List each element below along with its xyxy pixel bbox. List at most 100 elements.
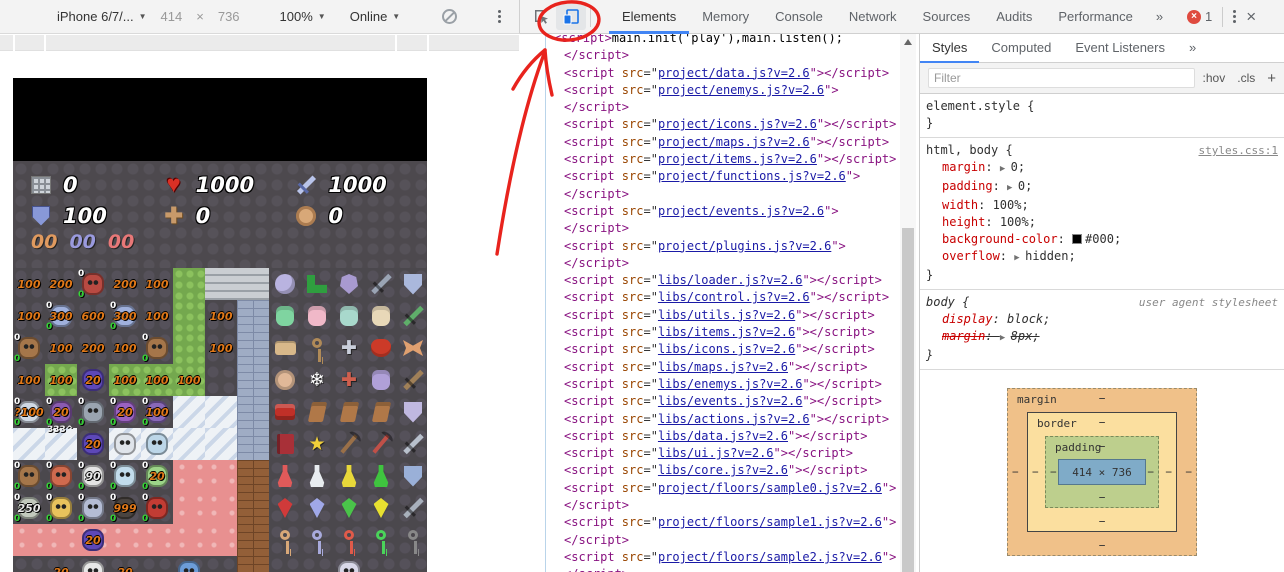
map-tile[interactable] (365, 268, 397, 300)
map-tile[interactable]: 30000 (109, 300, 141, 332)
code-line[interactable]: <script src="libs/ui.js?v=2.6"></script> (564, 445, 919, 462)
css-rule[interactable]: html, body {styles.css:1margin: ▶ 0;padd… (920, 138, 1284, 290)
map-tile[interactable] (365, 396, 397, 428)
script-src-link[interactable]: libs/data.js?v=2.6 (658, 429, 788, 443)
map-tile[interactable] (269, 556, 301, 572)
css-rule[interactable]: element.style {} (920, 94, 1284, 138)
map-tile[interactable] (301, 332, 333, 364)
map-tile[interactable] (269, 300, 301, 332)
map-tile[interactable]: 00 (77, 396, 109, 428)
script-src-link[interactable]: libs/core.js?v=2.6 (658, 463, 788, 477)
throttle-select[interactable]: Online ▼ (350, 9, 401, 24)
script-src-link[interactable]: libs/events.js?v=2.6 (658, 394, 803, 408)
map-tile[interactable]: 200 (77, 332, 109, 364)
map-tile[interactable]: 2000333^ (45, 396, 77, 428)
map-tile[interactable]: 20 (77, 524, 109, 556)
map-tile[interactable] (237, 364, 269, 396)
game-canvas-black[interactable] (13, 78, 427, 161)
css-property[interactable]: padding: ▶ 0; (926, 178, 1278, 197)
script-src-link[interactable]: project/floors/sample2.js?v=2.6 (658, 550, 882, 564)
map-tile[interactable]: 00 (77, 492, 109, 524)
styles-filter-input[interactable] (928, 68, 1195, 88)
map-tile[interactable] (205, 524, 237, 556)
code-line[interactable]: <script src="project/items.js?v=2.6"></s… (564, 151, 919, 168)
map-tile[interactable] (365, 428, 397, 460)
sidebar-tab-event-listeners[interactable]: Event Listeners (1063, 34, 1177, 63)
code-line[interactable]: </script> (564, 99, 919, 116)
scrollbar-up-icon[interactable] (900, 34, 916, 49)
cls-button[interactable]: .cls (1237, 71, 1255, 85)
map-tile[interactable] (333, 524, 365, 556)
map-tile[interactable] (365, 524, 397, 556)
map-tile[interactable] (333, 460, 365, 492)
map-tile[interactable] (333, 268, 365, 300)
code-line[interactable]: </script> (564, 220, 919, 237)
map-tile[interactable] (173, 396, 205, 428)
map-tile[interactable] (237, 300, 269, 332)
code-line[interactable]: <script src="libs/utils.js?v=2.6"></scri… (564, 307, 919, 324)
code-line[interactable]: <script src="libs/items.js?v=2.6"></scri… (564, 324, 919, 341)
box-model-padding[interactable]: padding − − − − 414 × 736 (1045, 436, 1159, 508)
map-tile[interactable] (173, 492, 205, 524)
map-tile[interactable]: 00 (45, 460, 77, 492)
script-src-link[interactable]: project/floors/sample0.js?v=2.6 (658, 481, 882, 495)
map-tile[interactable] (109, 428, 141, 460)
map-tile[interactable] (237, 460, 269, 492)
map-tile[interactable] (77, 556, 109, 572)
css-property[interactable]: width: 100%; (926, 197, 1278, 214)
inspect-icon[interactable] (526, 4, 556, 30)
tab-elements[interactable]: Elements (609, 0, 689, 34)
map-tile[interactable]: ✚ (333, 332, 365, 364)
map-tile[interactable]: ✚ (333, 364, 365, 396)
css-property[interactable]: height: 100%; (926, 214, 1278, 231)
map-tile[interactable] (237, 492, 269, 524)
code-line[interactable]: <script src="libs/events.js?v=2.6"></scr… (564, 393, 919, 410)
script-src-link[interactable]: libs/maps.js?v=2.6 (658, 360, 788, 374)
map-tile[interactable] (173, 524, 205, 556)
css-rule[interactable]: body {user agent stylesheetdisplay: bloc… (920, 290, 1284, 370)
map-tile[interactable]: 100 (141, 300, 173, 332)
tab-audits[interactable]: Audits (983, 0, 1045, 34)
code-line[interactable]: </script> (564, 532, 919, 549)
zoom-select[interactable]: 100% ▼ (280, 9, 326, 24)
map-tile[interactable] (397, 332, 427, 364)
css-property[interactable]: display: block; (926, 311, 1278, 328)
new-rule-button[interactable]: + (1267, 70, 1276, 87)
map-tile[interactable]: 9000 (77, 460, 109, 492)
code-line[interactable]: <script src="project/plugins.js?v=2.6"> (564, 238, 919, 255)
script-src-link[interactable]: libs/enemys.js?v=2.6 (658, 377, 803, 391)
script-src-link[interactable]: libs/items.js?v=2.6 (658, 325, 795, 339)
kebab-menu-icon[interactable] (498, 10, 501, 23)
map-tile[interactable] (13, 556, 45, 572)
color-swatch[interactable] (1072, 234, 1082, 244)
map-tile[interactable] (205, 268, 237, 300)
map-tile[interactable] (237, 332, 269, 364)
tab-sources[interactable]: Sources (910, 0, 984, 34)
map-tile[interactable] (173, 428, 205, 460)
map-tile[interactable] (301, 300, 333, 332)
map-tile[interactable] (365, 460, 397, 492)
code-line[interactable]: </script> (564, 566, 919, 572)
script-src-link[interactable]: project/data.js?v=2.6 (658, 66, 810, 80)
map-tile[interactable] (173, 556, 205, 572)
map-tile[interactable] (13, 428, 45, 460)
devtools-kebab-menu-icon[interactable] (1233, 10, 1236, 23)
code-line[interactable]: <script src="project/enemys.js?v=2.6"> (564, 82, 919, 99)
map-tile[interactable] (301, 460, 333, 492)
map-tile[interactable] (269, 428, 301, 460)
map-tile[interactable]: 00 (77, 268, 109, 300)
map-tile[interactable] (333, 428, 365, 460)
map-tile[interactable] (237, 524, 269, 556)
map-tile[interactable]: 30000 (45, 300, 77, 332)
code-line[interactable]: <script src="libs/data.js?v=2.6"></scrip… (564, 428, 919, 445)
map-tile[interactable]: 20 (109, 556, 141, 572)
map-tile[interactable]: 100 (205, 300, 237, 332)
stylesheet-link[interactable]: user agent stylesheet (1139, 294, 1278, 311)
code-line[interactable]: <script src="project/icons.js?v=2.6"></s… (564, 116, 919, 133)
box-model-border[interactable]: border − − − − padding − − − − 414 × 736 (1027, 412, 1177, 532)
map-tile[interactable]: 2000 (109, 396, 141, 428)
map-tile[interactable] (397, 524, 427, 556)
map-tile[interactable]: 25000 (13, 492, 45, 524)
map-tile[interactable] (333, 300, 365, 332)
script-src-link[interactable]: libs/utils.js?v=2.6 (658, 308, 795, 322)
